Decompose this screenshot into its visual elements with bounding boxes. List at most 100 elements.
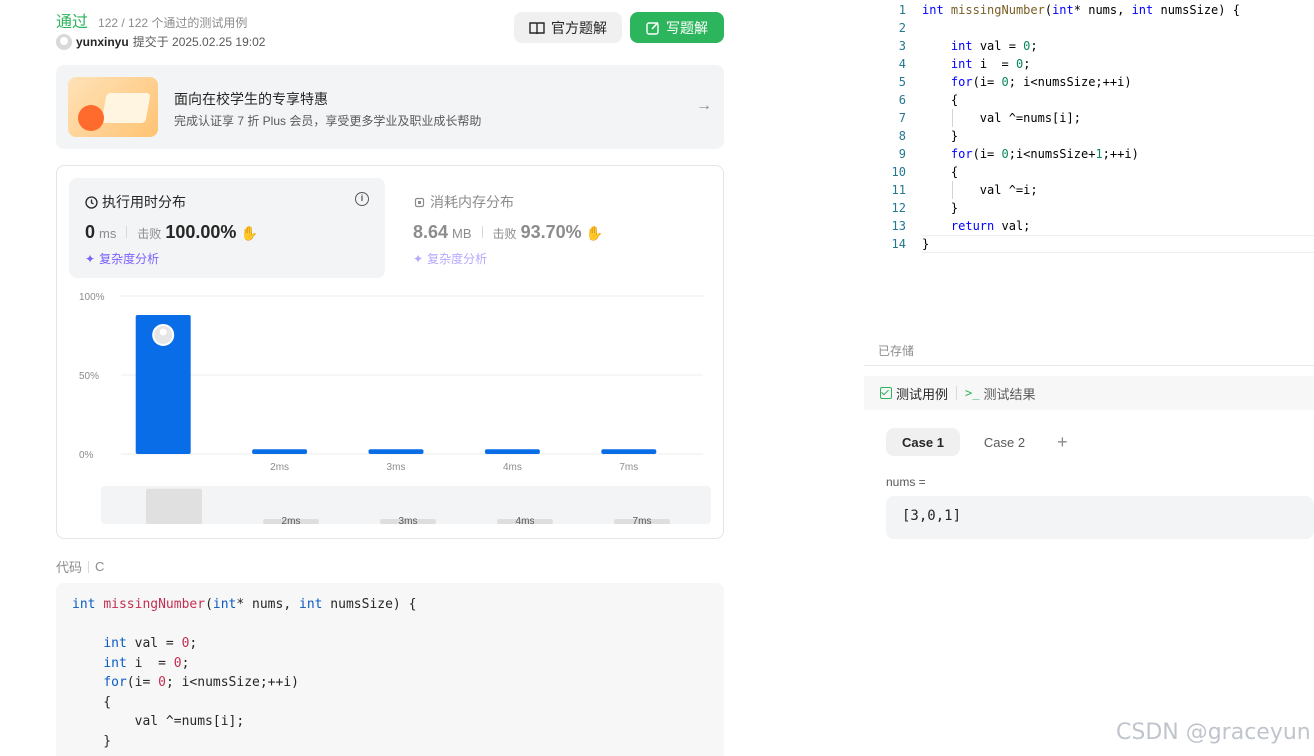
editor-line[interactable]: 8 }	[864, 127, 1240, 145]
editor-panel: 1 int missingNumber(int* nums, int numsSi…	[864, 0, 1314, 756]
memory-complexity-link[interactable]: ✦ 复杂度分析	[413, 250, 487, 267]
editor-line[interactable]: 3 int val = 0;	[864, 37, 1240, 55]
line-code[interactable]: {	[906, 91, 958, 109]
minimap-label: 3ms	[399, 516, 418, 524]
input-label: nums =	[886, 475, 926, 489]
avatar[interactable]	[56, 33, 72, 50]
line-number: 3	[898, 39, 906, 53]
line-code[interactable]: val ^=i;	[906, 181, 1038, 199]
submission-detail-panel: 通过 122 / 122 个通过的测试用例 yunxinyu 提交于 2025.…	[0, 0, 842, 756]
x-tick-label: 4ms	[503, 462, 522, 473]
line-code[interactable]: for(i= 0;i<numsSize+1;++i)	[906, 145, 1139, 163]
editor-line[interactable]: 5 for(i= 0; i<numsSize;++i)	[864, 73, 1240, 91]
author-name[interactable]: yunxinyu	[76, 35, 129, 49]
clock-icon	[85, 195, 98, 209]
official-solution-label: 官方题解	[551, 19, 607, 36]
editor-line[interactable]: 14}	[864, 235, 1240, 253]
case-tab-1[interactable]: Case 1	[886, 428, 960, 456]
editor-line[interactable]: 2	[864, 19, 1240, 37]
memory-values: 8.64 MB 击败 93.70% ✋	[413, 222, 603, 243]
clap-icon: ✋	[240, 225, 258, 241]
editor-line[interactable]: 7 val ^=nums[i];	[864, 109, 1240, 127]
arrow-right-icon[interactable]: →	[696, 97, 712, 115]
minimap-label: 2ms	[282, 516, 301, 524]
editor-lines[interactable]: 1 int missingNumber(int* nums, int numsSi…	[864, 1, 1240, 253]
write-solution-button[interactable]: 写题解	[630, 12, 724, 43]
status-accepted: 通过	[56, 14, 89, 31]
editor-line[interactable]: 10 {	[864, 163, 1240, 181]
chart-bar	[601, 449, 657, 454]
memory-distribution-tab[interactable]: 消耗内存分布 8.64 MB 击败 93.70% ✋ ✦ 复杂度分析	[397, 178, 713, 278]
editor-line[interactable]: 4 int i = 0;	[864, 55, 1240, 73]
runtime-value: 0	[85, 222, 96, 242]
checkbox-icon	[880, 387, 892, 399]
case-tab-2[interactable]: Case 2	[968, 428, 1041, 456]
minimap-label: 7ms	[633, 516, 652, 524]
line-number: 5	[898, 75, 906, 89]
runtime-distribution-tab[interactable]: 执行用时分布 i 0 ms 击败 100.00% ✋ ✦ 复杂度分析	[69, 178, 385, 278]
editor-line[interactable]: 9 for(i= 0;i<numsSize+1;++i)	[864, 145, 1240, 163]
line-number: 11	[891, 183, 906, 197]
line-code[interactable]: {	[906, 163, 958, 181]
tab-test-results[interactable]: >_ 测试结果	[965, 384, 1035, 403]
editor-line[interactable]: 11 val ^=i;	[864, 181, 1240, 199]
memory-beat-label: 击败	[492, 227, 517, 241]
runtime-beat-label: 击败	[137, 227, 162, 241]
line-code[interactable]: int i = 0;	[906, 55, 1031, 73]
runtime-unit: ms	[99, 226, 117, 241]
line-number: 4	[898, 57, 906, 71]
line-number: 6	[898, 93, 906, 107]
code-editor[interactable]: 1 int missingNumber(int* nums, int numsSi…	[864, 0, 1314, 366]
status-row: 通过 122 / 122 个通过的测试用例	[56, 8, 247, 32]
clap-icon: ✋	[585, 225, 604, 241]
line-code[interactable]	[906, 19, 922, 37]
line-code[interactable]: int val = 0;	[906, 37, 1038, 55]
x-tick-label: 2ms	[270, 462, 289, 473]
passed-test-count: 122 / 122 个通过的测试用例	[98, 16, 248, 30]
input-value-field[interactable]: [3,0,1]	[886, 496, 1314, 539]
add-case-icon[interactable]: +	[1057, 432, 1068, 453]
editor-line[interactable]: 1 int missingNumber(int* nums, int numsSi…	[864, 1, 1240, 19]
performance-card: 执行用时分布 i 0 ms 击败 100.00% ✋ ✦ 复杂度分析 消耗内存分…	[56, 165, 724, 539]
editor-line[interactable]: 6 {	[864, 91, 1240, 109]
author-row: yunxinyu 提交于 2025.02.25 19:02	[56, 33, 265, 50]
saved-status: 已存储	[878, 344, 915, 358]
x-tick-label: 7ms	[619, 462, 638, 473]
official-solution-button[interactable]: 官方题解	[514, 12, 622, 43]
line-number: 1	[898, 3, 906, 17]
line-number: 13	[891, 219, 906, 233]
memory-beat-value: 93.70%	[520, 222, 582, 242]
chip-icon	[414, 197, 425, 207]
line-number: 8	[898, 129, 906, 143]
editor-line[interactable]: 12 }	[864, 199, 1240, 217]
line-number: 9	[898, 147, 906, 161]
line-code[interactable]: }	[906, 127, 958, 145]
line-code[interactable]: val ^=nums[i];	[906, 109, 1081, 127]
chart-bar	[252, 449, 308, 454]
editor-line[interactable]: 13 return val;	[864, 217, 1240, 235]
chart-bar	[484, 449, 540, 454]
terminal-icon: >_	[965, 386, 980, 400]
runtime-complexity-link[interactable]: ✦ 复杂度分析	[85, 250, 159, 267]
y-tick-label: 0%	[79, 450, 94, 461]
case-tabs: Case 1 Case 2 +	[886, 428, 1068, 456]
info-icon[interactable]: i	[355, 192, 369, 206]
line-code[interactable]: }	[906, 235, 929, 253]
chart-range-slider[interactable]: 2ms 3ms 4ms 7ms	[101, 486, 711, 524]
avatar-head	[159, 328, 167, 336]
x-tick-label: 3ms	[387, 462, 406, 473]
tab-test-cases[interactable]: 测试用例	[880, 384, 948, 403]
line-number: 14	[891, 237, 906, 251]
student-promo-banner[interactable]: 面向在校学生的专享特惠 完成认证享 7 折 Plus 会员，享受更多学业及职业成…	[56, 65, 724, 149]
line-code[interactable]: int missingNumber(int* nums, int numsSiz…	[906, 1, 1240, 19]
line-number: 12	[891, 201, 906, 215]
line-number: 10	[891, 165, 906, 179]
minimap-label: 4ms	[516, 516, 535, 524]
chart-bar	[368, 449, 424, 454]
line-code[interactable]: }	[906, 199, 958, 217]
memory-value: 8.64	[413, 222, 449, 242]
line-code[interactable]: return val;	[906, 217, 1030, 235]
line-code[interactable]: for(i= 0; i<numsSize;++i)	[906, 73, 1132, 91]
sparkle-icon: ✦	[413, 251, 424, 266]
y-tick-label: 50%	[79, 371, 99, 382]
